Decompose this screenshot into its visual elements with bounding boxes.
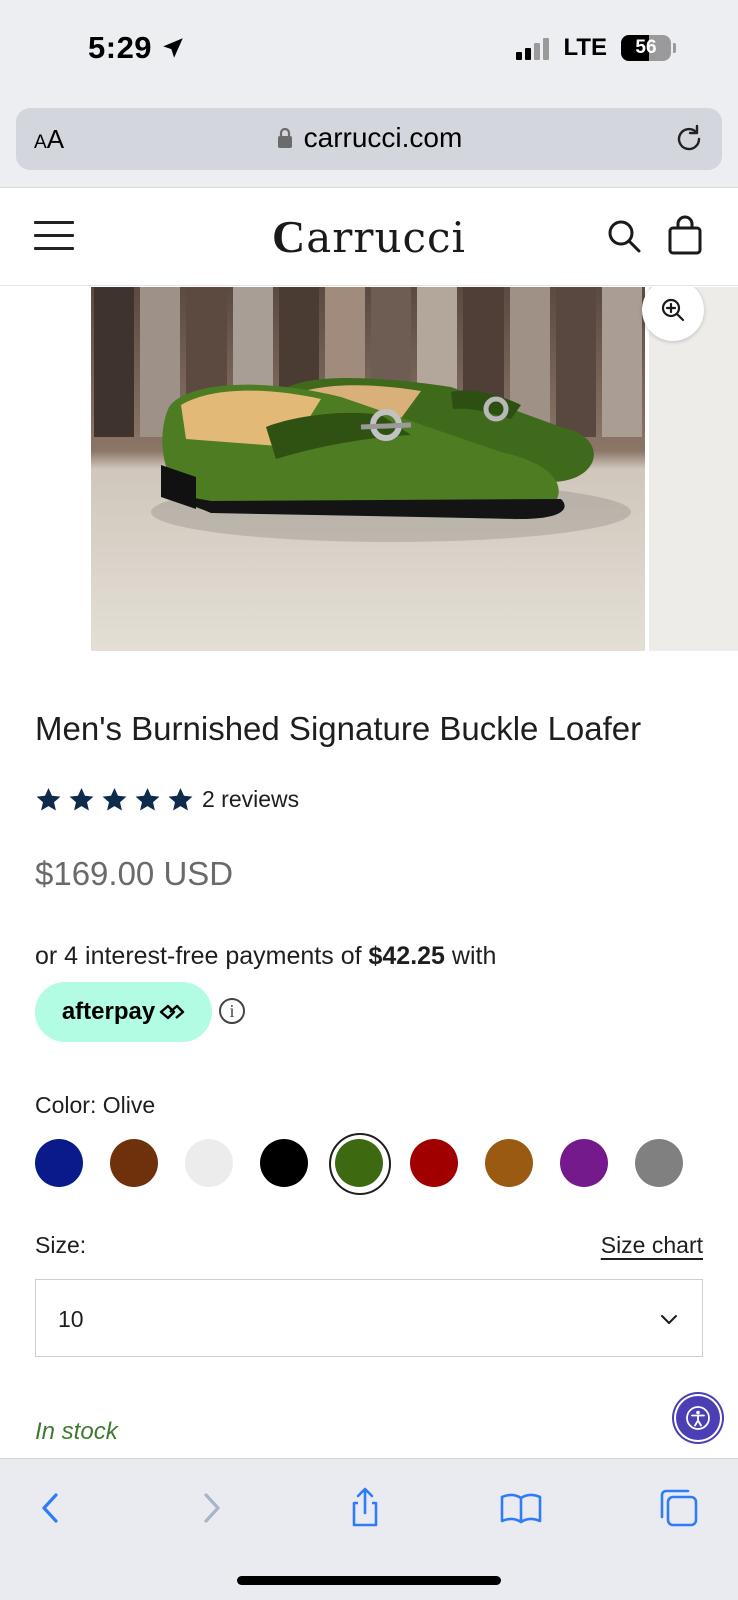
loafer-illustration: [151, 377, 631, 542]
shopping-bag-icon[interactable]: [666, 214, 704, 256]
color-swatch-purple[interactable]: [560, 1139, 608, 1187]
color-swatch-olive[interactable]: [329, 1133, 391, 1195]
location-arrow-icon: [163, 38, 183, 58]
battery-icon: 56: [621, 35, 671, 61]
size-select[interactable]: 10: [35, 1279, 703, 1357]
color-label: Color: Olive: [35, 1092, 156, 1118]
afterpay-info-icon[interactable]: i: [219, 998, 245, 1024]
color-swatch-navy[interactable]: [35, 1139, 83, 1187]
size-label: Size:: [35, 1232, 87, 1258]
accessibility-icon: [686, 1406, 710, 1430]
browser-top-chrome: 5:29 LTE 56 AA carrucci.com: [0, 0, 738, 188]
installment-text: or 4 interest-free payments of $42.25 wi…: [35, 942, 496, 971]
logo-initial: C: [272, 211, 307, 262]
color-swatch-brown[interactable]: [110, 1139, 158, 1187]
product-title: Men's Burnished Signature Buckle Loafer: [35, 710, 642, 747]
book-icon[interactable]: [498, 1485, 544, 1531]
size-selected-value: 10: [58, 1306, 84, 1332]
status-time: 5:29: [88, 30, 186, 66]
afterpay-logo-icon: [159, 1004, 185, 1020]
lock-icon: [277, 127, 292, 148]
color-swatch-cognac[interactable]: [485, 1139, 533, 1187]
logo-text: arrucci: [306, 213, 466, 262]
product-price: $169.00 USD: [35, 855, 234, 892]
reload-icon[interactable]: [672, 122, 706, 156]
afterpay-label: afterpay: [61, 998, 156, 1025]
search-icon[interactable]: [604, 216, 644, 256]
site-header: Carrucci: [0, 188, 738, 286]
battery-tip: [673, 43, 676, 53]
star-icon: [102, 788, 127, 811]
signal-strength-icon: [516, 36, 550, 60]
accessibility-button[interactable]: [676, 1396, 720, 1440]
installment-suffix: with: [451, 942, 497, 970]
color-swatch-red[interactable]: [410, 1139, 458, 1187]
url-text: carrucci.com: [303, 122, 463, 153]
star-icon: [69, 788, 94, 811]
network-type: LTE: [563, 34, 607, 61]
star-icon: [135, 788, 160, 811]
status-indicators: LTE 56: [516, 34, 676, 62]
home-indicator: [237, 1576, 501, 1585]
afterpay-badge[interactable]: afterpay: [35, 982, 212, 1042]
url-display[interactable]: carrucci.com: [16, 122, 722, 154]
next-product-image[interactable]: [649, 287, 738, 651]
color-swatch-gray[interactable]: [635, 1139, 683, 1187]
battery-percent: 56: [635, 37, 657, 58]
installment-amount: $42.25: [368, 942, 445, 970]
address-bar[interactable]: AA carrucci.com: [16, 108, 722, 170]
share-icon[interactable]: [342, 1485, 388, 1531]
stock-status: In stock: [35, 1418, 118, 1445]
star-icon: [36, 788, 61, 811]
status-bar: 5:29 LTE 56: [0, 0, 738, 100]
tabs-icon[interactable]: [656, 1485, 702, 1531]
product-gallery[interactable]: [0, 287, 738, 651]
color-swatches: [35, 1133, 683, 1195]
zoom-in-icon: [661, 298, 685, 322]
color-swatch-white[interactable]: [185, 1139, 233, 1187]
back-chevron-icon[interactable]: [28, 1485, 74, 1531]
chevron-down-icon: [661, 1315, 677, 1324]
product-rating[interactable]: 2 reviews: [35, 786, 299, 813]
installment-prefix: or 4 interest-free payments of: [35, 942, 362, 970]
star-icon: [168, 788, 193, 811]
forward-chevron-icon[interactable]: [188, 1485, 234, 1531]
color-swatch-black[interactable]: [260, 1139, 308, 1187]
rating-stars: [35, 786, 194, 813]
product-image[interactable]: [91, 287, 645, 651]
review-count-link[interactable]: 2 reviews: [202, 786, 299, 813]
status-time-text: 5:29: [88, 30, 153, 65]
size-chart-link[interactable]: Size chart: [601, 1232, 703, 1259]
